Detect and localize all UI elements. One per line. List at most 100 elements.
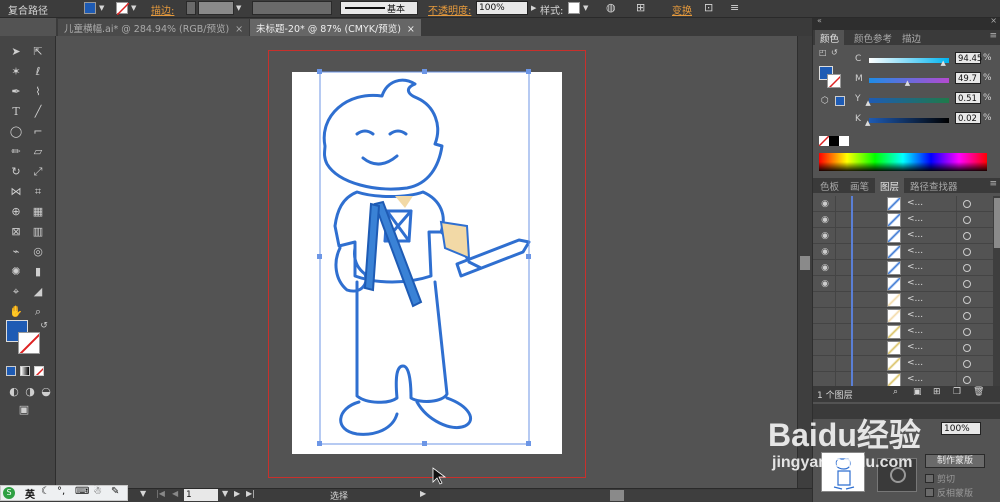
screen-mode-icon[interactable]: ▣ (16, 402, 32, 418)
scroll-thumb[interactable] (610, 490, 624, 501)
layer-label[interactable]: <... (907, 198, 923, 208)
visibility-eye-icon[interactable] (819, 374, 831, 386)
none-swatch[interactable] (819, 136, 829, 146)
white-swatch[interactable] (839, 136, 849, 146)
visibility-eye-icon[interactable]: ◉ (819, 198, 831, 210)
visibility-eye-icon[interactable]: ◉ (819, 262, 831, 274)
channel-m-marker[interactable]: ▲ (905, 79, 910, 87)
target-circle-icon[interactable] (963, 280, 971, 288)
visibility-eye-icon[interactable] (819, 358, 831, 370)
align-options-icon[interactable]: ⊞ (636, 1, 645, 14)
target-circle-icon[interactable] (963, 360, 971, 368)
artboard-tool-icon[interactable]: ⌖ (8, 284, 24, 300)
lock-toggle[interactable] (835, 324, 847, 340)
panel-menu-icon[interactable]: ≡ (989, 179, 997, 189)
color-stroke-box[interactable] (827, 74, 841, 88)
hand-tool-icon[interactable]: ✋ (8, 304, 24, 320)
tab-stroke[interactable]: 描边 (897, 30, 926, 45)
target-circle-icon[interactable] (963, 264, 971, 272)
scroll-thumb[interactable] (994, 198, 1000, 248)
tab-document-1[interactable]: 儿童横幅.ai* @ 284.94% (RGB/预览) × (58, 19, 250, 36)
lock-toggle[interactable] (835, 212, 847, 228)
ime-mode-label[interactable]: 英 (25, 486, 35, 501)
layer-row[interactable]: <... (813, 340, 993, 356)
close-icon[interactable]: × (235, 24, 243, 35)
shape-builder-tool-icon[interactable]: ⊕ (8, 204, 24, 220)
delete-layer-icon[interactable]: 🗑 (973, 387, 984, 397)
prev-page-icon[interactable]: ◀ (172, 489, 178, 498)
panel-menu-icon[interactable]: ≡ (730, 1, 739, 14)
target-circle-icon[interactable] (963, 200, 971, 208)
lock-toggle[interactable] (835, 260, 847, 276)
perspective-grid-tool-icon[interactable]: ▦ (30, 204, 46, 220)
variable-width-dropdown[interactable] (252, 1, 332, 15)
visibility-eye-icon[interactable]: ◉ (819, 214, 831, 226)
pen-tool-icon[interactable]: ✒ (8, 84, 24, 100)
close-icon[interactable]: × (990, 16, 997, 25)
target-circle-icon[interactable] (963, 328, 971, 336)
stroke-weight-field[interactable] (198, 1, 234, 15)
boy-illustration[interactable] (57, 36, 797, 488)
rotate-tool-icon[interactable]: ↻ (8, 164, 24, 180)
lasso-tool-icon[interactable]: ℓ (30, 64, 46, 80)
channel-k-marker[interactable]: ▲ (865, 119, 870, 127)
visibility-eye-icon[interactable]: ◉ (819, 230, 831, 242)
layer-row[interactable]: ◉ <... (813, 244, 993, 260)
layer-row[interactable]: ◉ <... (813, 212, 993, 228)
draw-behind-icon[interactable]: ◑ (22, 384, 38, 400)
first-page-icon[interactable]: |◀ (156, 489, 165, 498)
channel-k-slider[interactable] (869, 118, 949, 123)
clipping-mask-icon[interactable]: ▣ (913, 387, 922, 397)
type-tool-icon[interactable]: T (8, 104, 24, 120)
lock-toggle[interactable] (835, 276, 847, 292)
lock-toggle[interactable] (835, 356, 847, 372)
layer-list[interactable]: ◉ <... ◉ <... ◉ <... ◉ <... ◉ <... ◉ <... <... <... <.… (813, 196, 993, 388)
channel-c-marker[interactable]: ▲ (941, 59, 946, 67)
panel-menu-icon[interactable]: ≡ (989, 31, 997, 41)
tab-layers[interactable]: 图层 (875, 178, 905, 193)
line-tool-icon[interactable]: ╱ (30, 104, 46, 120)
tab-color[interactable]: 颜色 (815, 30, 845, 45)
collapse-icon[interactable]: « (817, 16, 822, 25)
isolate-icon[interactable]: ⊡ (704, 1, 713, 14)
pencil-tool-icon[interactable]: ✏ (8, 144, 24, 160)
direct-selection-tool-icon[interactable]: ⇱ (30, 44, 46, 60)
curvature-tool-icon[interactable]: ⌇ (30, 84, 46, 100)
web-safe-swatch[interactable] (835, 96, 845, 106)
layer-row[interactable]: ◉ <... (813, 196, 993, 212)
slice-tool-icon[interactable]: ◢ (30, 284, 46, 300)
layer-row[interactable]: <... (813, 292, 993, 308)
status-menu-icon[interactable]: ▶ (420, 489, 426, 498)
graphic-style-swatch[interactable] (568, 2, 580, 14)
eraser-tool-icon[interactable]: ▱ (30, 144, 46, 160)
punctuation-icon[interactable]: °, (57, 486, 65, 497)
draw-mode-icon[interactable]: ◐ (6, 384, 22, 400)
opacity-label[interactable]: 不透明度: (428, 2, 471, 17)
chevron-down-icon[interactable]: ▼ (131, 4, 136, 12)
lock-toggle[interactable] (835, 340, 847, 356)
visibility-eye-icon[interactable]: ◉ (819, 278, 831, 290)
tab-color-guide[interactable]: 颜色参考 (849, 30, 897, 45)
visibility-eye-icon[interactable] (819, 310, 831, 322)
layer-row[interactable]: ◉ <... (813, 260, 993, 276)
layer-label[interactable]: <... (907, 294, 923, 304)
tab-pathfinder[interactable]: 路径查找器 (905, 178, 963, 193)
layer-label[interactable]: <... (907, 358, 923, 368)
new-sublayer-icon[interactable]: ⊞ (933, 387, 941, 397)
visibility-eye-icon[interactable]: ◉ (819, 246, 831, 258)
mesh-tool-icon[interactable]: ⊠ (8, 224, 24, 240)
target-circle-icon[interactable] (963, 216, 971, 224)
tab-brushes[interactable]: 画笔 (845, 178, 874, 193)
ime-toolbar[interactable]: S 英 ☾ °, ⌨ ☃ ✎ (0, 485, 128, 501)
draw-inside-icon[interactable]: ◒ (38, 384, 54, 400)
target-circle-icon[interactable] (963, 248, 971, 256)
black-swatch[interactable] (829, 136, 839, 146)
chevron-down-icon[interactable]: ▼ (236, 4, 241, 12)
layer-label[interactable]: <... (907, 310, 923, 320)
channel-y-input[interactable]: 0.51 (955, 92, 981, 104)
channel-m-input[interactable]: 49.7 (955, 72, 981, 84)
gradient-tool-icon[interactable]: ▥ (30, 224, 46, 240)
chevron-down-icon[interactable]: ▼ (583, 4, 588, 12)
lock-toggle[interactable] (835, 308, 847, 324)
selection-tool-icon[interactable]: ➤ (8, 44, 24, 60)
